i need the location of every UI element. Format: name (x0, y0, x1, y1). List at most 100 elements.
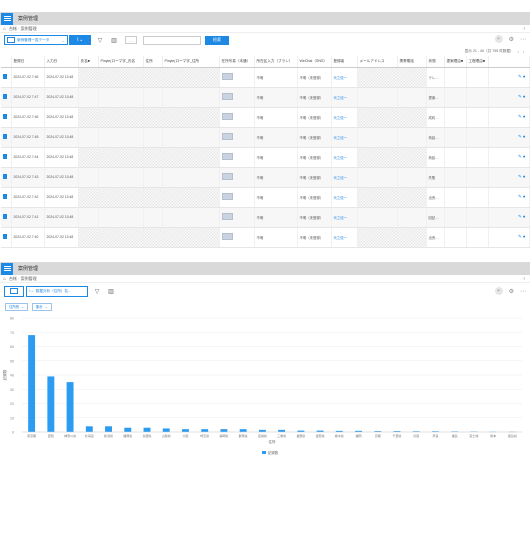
next-page-icon[interactable]: › (523, 50, 524, 54)
table-row[interactable]: 2024-07-02 7:46 2024-07-02 13:48 不明 不明（未登録）… (1, 107, 530, 128)
breadcrumb-text[interactable]: 台帐 · 案例管理 (9, 276, 37, 282)
search-button[interactable]: 检索 (205, 35, 229, 45)
table-row[interactable]: 2024-07-02 7:41 2024-07-02 13:48 不明 不明（未登録）… (1, 207, 530, 228)
registrant-cell[interactable]: 代之信一 (331, 87, 358, 108)
more-icon[interactable]: ⋯ (520, 36, 526, 43)
document-icon[interactable] (3, 134, 7, 139)
table-row[interactable]: 2024-07-02 7:45 2024-07-02 13:48 不明 不明（未登録）… (1, 127, 530, 148)
document-icon[interactable] (3, 174, 7, 179)
photo-thumbnail[interactable] (221, 133, 233, 140)
chart-bar-icon[interactable]: ▥ (109, 35, 119, 45)
view-icon[interactable]: ● (523, 94, 526, 99)
view-icon[interactable]: ● (523, 134, 526, 139)
edit-icon[interactable]: ✎ (518, 214, 522, 219)
table-row[interactable]: 2024-07-02 7:42 2024-07-02 13:48 不明 不明（未登録）… (1, 187, 530, 208)
menu-icon[interactable] (1, 12, 13, 25)
edit-icon[interactable]: ✎ (518, 114, 522, 119)
gear-icon[interactable]: ⚙ (509, 288, 514, 295)
chevron-right-icon[interactable]: › (523, 276, 525, 282)
view-icon[interactable]: ● (523, 234, 526, 239)
registrant-cell[interactable]: 代之信一 (331, 167, 358, 188)
view-icon[interactable]: ● (523, 114, 526, 119)
table-row[interactable]: 2024-07-02 7:40 2024-07-02 13:48 不明 不明（未登録）… (1, 227, 530, 248)
registrant-cell[interactable]: 代之信一 (331, 127, 358, 148)
more-icon[interactable]: ⋯ (520, 288, 526, 295)
chevron-right-icon[interactable]: › (523, 26, 525, 32)
table-row[interactable]: 2024-07-02 7:44 2024-07-02 13:48 不明 不明（未登録）… (1, 147, 530, 168)
home-icon[interactable]: ⌂ (3, 276, 6, 282)
gear-icon[interactable]: ⚙ (509, 36, 514, 43)
column-header[interactable] (488, 56, 530, 68)
menu-icon[interactable] (1, 262, 13, 275)
chart-select[interactable]: ⌇⌄ 数据分析（住所）柱... (26, 285, 88, 297)
add-icon[interactable]: + (494, 287, 503, 295)
photo-thumbnail[interactable] (221, 113, 233, 120)
column-header[interactable]: 工程理由■ (466, 56, 489, 68)
registrant-cell[interactable]: 代之信一 (331, 67, 358, 88)
registrant-cell[interactable]: 代之信一 (331, 207, 358, 228)
prev-page-icon[interactable]: ‹ (518, 50, 519, 54)
add-icon[interactable]: + (494, 35, 503, 43)
document-icon[interactable] (3, 154, 7, 159)
column-header[interactable]: 携帯電話 (397, 56, 427, 68)
column-header[interactable]: 在所写真（本通） (219, 56, 255, 68)
column-header[interactable] (1, 56, 12, 68)
document-icon[interactable] (3, 194, 7, 199)
view-icon[interactable]: ● (523, 74, 526, 79)
chart-bar-icon[interactable]: ▥ (106, 286, 116, 296)
photo-thumbnail[interactable] (221, 173, 233, 180)
filter-icon[interactable]: ▽ (92, 286, 102, 296)
column-header[interactable]: 住所 (143, 56, 163, 68)
edit-icon[interactable]: ✎ (518, 134, 522, 139)
registrant-cell[interactable]: 代之信一 (331, 147, 358, 168)
home-icon[interactable]: ⌂ (3, 26, 6, 32)
photo-thumbnail[interactable] (221, 73, 233, 80)
photo-thumbnail[interactable] (221, 193, 233, 200)
photo-thumbnail[interactable] (221, 233, 233, 240)
group-by-select[interactable]: 住所別 ⌄ (5, 302, 29, 311)
more-options-button[interactable]: … (125, 36, 137, 44)
view-icon[interactable]: ● (523, 214, 526, 219)
column-header[interactable]: 入力日 (44, 56, 79, 68)
column-header[interactable]: Pinyin(ローマ字_氏名 (98, 56, 144, 68)
column-header[interactable]: 登録日 (11, 56, 45, 68)
edit-icon[interactable]: ✎ (518, 74, 522, 79)
edit-icon[interactable]: ✎ (518, 94, 522, 99)
filter-icon[interactable]: ▽ (95, 35, 105, 45)
table-row[interactable]: 2024-07-02 7:46 2024-07-02 13:48 不明 不明（未登録）… (1, 67, 530, 88)
document-icon[interactable] (3, 114, 7, 119)
column-header[interactable]: 登録者 (331, 56, 358, 68)
document-icon[interactable] (3, 214, 7, 219)
column-header[interactable]: WeChat（SNS） (297, 56, 332, 68)
registrant-cell[interactable]: 代之信一 (331, 107, 358, 128)
photo-thumbnail[interactable] (221, 213, 233, 220)
chart-view-button[interactable]: ⌇⌄ (69, 35, 91, 45)
table-view-button[interactable] (4, 285, 24, 297)
column-header[interactable]: 状態 (426, 56, 445, 68)
column-header[interactable]: 提案理由■ (444, 56, 467, 68)
view-icon[interactable]: ● (523, 154, 526, 159)
search-input[interactable] (143, 35, 201, 45)
document-icon[interactable] (3, 94, 7, 99)
view-icon[interactable]: ● (523, 174, 526, 179)
edit-icon[interactable]: ✎ (518, 154, 522, 159)
document-icon[interactable] (3, 234, 7, 239)
edit-icon[interactable]: ✎ (518, 234, 522, 239)
photo-thumbnail[interactable] (221, 93, 233, 100)
aggregate-select[interactable]: 集計 ⌄ (32, 302, 52, 311)
column-header[interactable]: 所在区入力（ブラン） (254, 56, 298, 68)
photo-thumbnail[interactable] (221, 153, 233, 160)
edit-icon[interactable]: ✎ (518, 194, 522, 199)
registrant-cell[interactable]: 代之信一 (331, 187, 358, 208)
document-icon[interactable] (3, 74, 7, 79)
breadcrumb-text[interactable]: 台帐 · 案例管理 (9, 26, 37, 32)
view-select[interactable]: 案例管理一覧データ ⌄ (4, 35, 68, 45)
table-row[interactable]: 2024-07-02 7:47 2024-07-02 13:48 不明 不明（未登録）… (1, 87, 530, 108)
column-header[interactable]: Pinyin(ローマ字_住所 (162, 56, 220, 68)
edit-icon[interactable]: ✎ (518, 174, 522, 179)
column-header[interactable]: メールアドレス (357, 56, 398, 68)
column-header[interactable]: 氏名■ (78, 56, 99, 68)
table-row[interactable]: 2024-07-02 7:43 2024-07-02 13:48 不明 不明（未登録）… (1, 167, 530, 188)
view-icon[interactable]: ● (523, 194, 526, 199)
registrant-cell[interactable]: 代之信一 (331, 227, 358, 248)
